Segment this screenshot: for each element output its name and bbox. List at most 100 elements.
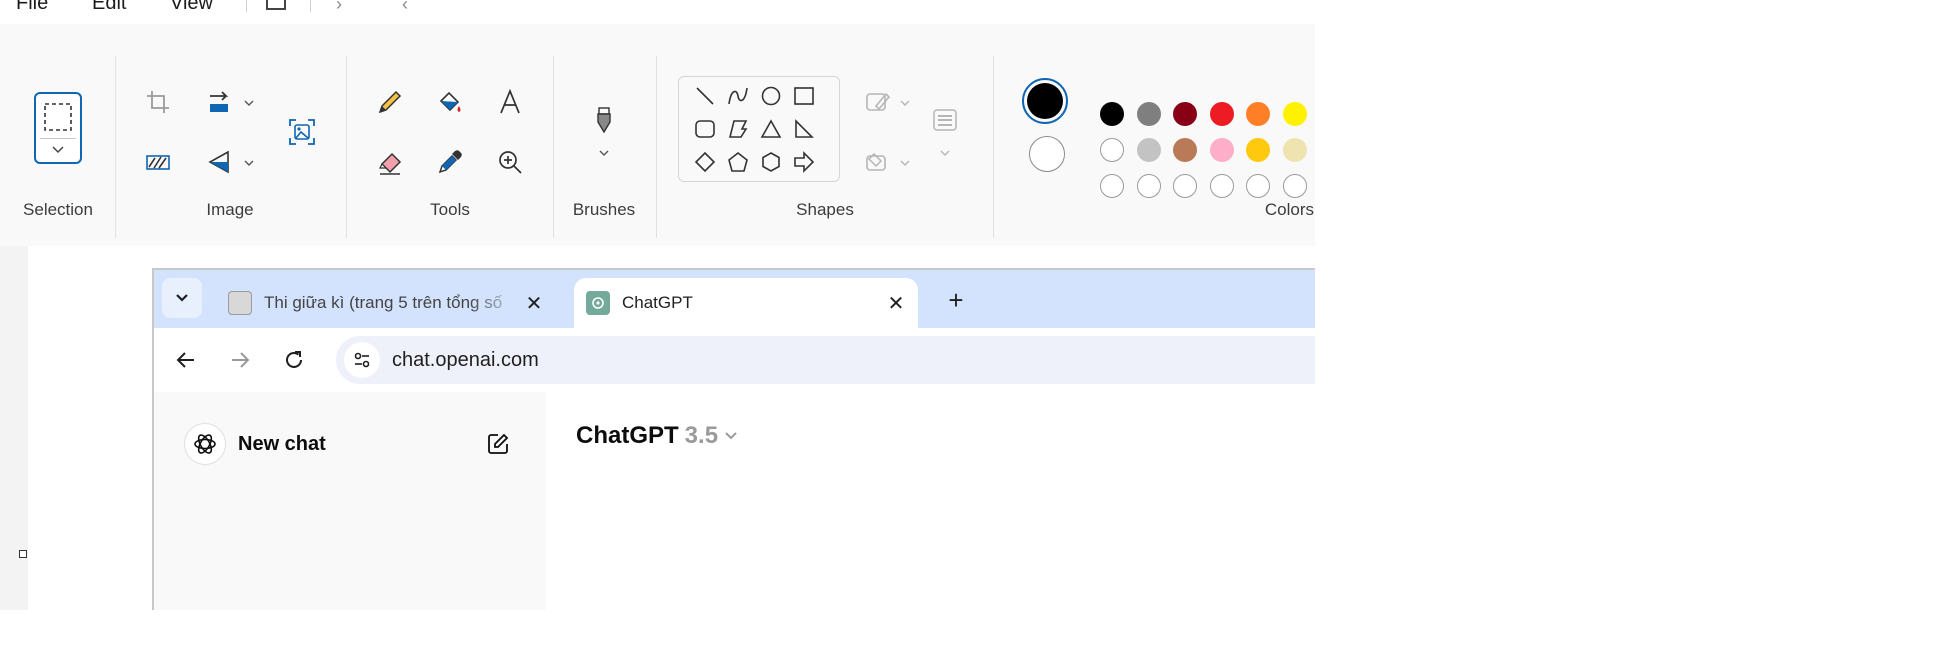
line-shape[interactable]	[691, 82, 719, 110]
color-swatch[interactable]	[1173, 102, 1198, 126]
color-swatch[interactable]	[1283, 102, 1307, 126]
new-chat-button[interactable]: New chat	[184, 422, 514, 466]
tab-chatgpt[interactable]: ChatGPT ✕	[574, 278, 918, 328]
tab-title: ChatGPT	[622, 293, 693, 312]
shape-size-button[interactable]	[925, 100, 965, 140]
eraser-button[interactable]	[370, 142, 410, 182]
reload-button[interactable]	[276, 342, 312, 378]
new-tab-button[interactable]: +	[940, 284, 972, 316]
selection-button[interactable]	[34, 92, 82, 164]
color-swatch[interactable]	[1246, 138, 1271, 162]
reload-icon	[286, 351, 302, 368]
arrow-shape[interactable]	[790, 148, 818, 176]
custom-color-slot[interactable]	[1173, 174, 1198, 198]
color-swatch[interactable]	[1209, 138, 1234, 162]
magnifier-icon	[499, 151, 522, 174]
triangle-shape[interactable]	[757, 115, 785, 143]
tab-quiz[interactable]: Thi giữa kì (trang 5 trên tổng số ✕	[216, 278, 556, 328]
triangle-icon	[760, 119, 782, 138]
chevron-down-icon[interactable]	[898, 96, 912, 110]
close-icon[interactable]: ✕	[882, 289, 910, 317]
group-divider	[115, 56, 116, 238]
polygon-shape[interactable]	[724, 115, 752, 143]
secondary-color-button[interactable]	[1029, 136, 1065, 172]
color-swatch[interactable]	[1136, 138, 1161, 162]
hexagon-shape[interactable]	[757, 148, 785, 176]
chevron-down-icon[interactable]	[898, 156, 912, 170]
arrow-right-icon	[794, 151, 815, 173]
color-swatch[interactable]	[1283, 138, 1307, 162]
tab-search-button[interactable]	[162, 278, 202, 318]
image-creator-button[interactable]	[282, 112, 322, 152]
color-swatch[interactable]	[1246, 102, 1271, 126]
canvas-resize-handle[interactable]	[19, 550, 27, 558]
paint-bucket-icon	[439, 91, 461, 112]
tab-title: Thi giữa kì (trang 5 trên tổng số	[264, 293, 503, 312]
curve-shape[interactable]	[724, 82, 752, 110]
compose-button[interactable]	[482, 428, 514, 460]
chevron-down-icon[interactable]	[242, 96, 256, 110]
save-icon[interactable]	[266, 0, 286, 10]
arrow-left-icon	[176, 352, 194, 368]
text-button[interactable]	[490, 82, 530, 122]
chevron-down-icon[interactable]	[597, 146, 611, 160]
fill-button[interactable]	[430, 82, 470, 122]
custom-color-slot[interactable]	[1283, 174, 1307, 198]
browser-window: Thi giữa kì (trang 5 trên tổng số ✕ Chat…	[152, 268, 1315, 610]
color-swatch[interactable]	[1136, 102, 1161, 126]
pencil-button[interactable]	[370, 82, 410, 122]
custom-color-slot[interactable]	[1136, 174, 1161, 198]
chevron-down-icon	[176, 294, 188, 302]
flip-icon	[208, 150, 229, 174]
primary-color-button[interactable]	[1022, 78, 1068, 124]
back-button[interactable]	[168, 342, 204, 378]
diamond-icon	[694, 151, 716, 173]
pentagon-shape[interactable]	[724, 148, 752, 176]
address-bar[interactable]: chat.openai.com	[336, 336, 1315, 384]
hexagon-icon	[762, 152, 780, 172]
shape-outline-button[interactable]	[858, 82, 898, 122]
rounded-rectangle-shape[interactable]	[691, 115, 719, 143]
compose-icon	[488, 433, 509, 454]
shape-fill-button[interactable]	[858, 142, 898, 182]
color-swatch[interactable]	[1100, 138, 1124, 162]
pentagon-icon	[728, 151, 748, 172]
image-frame-icon	[289, 119, 315, 145]
custom-color-slot[interactable]	[1100, 174, 1124, 198]
pencil-icon	[378, 90, 402, 114]
brushes-button[interactable]	[584, 100, 624, 140]
right-triangle-shape[interactable]	[790, 115, 818, 143]
eraser-icon	[379, 152, 402, 175]
rectangle-shape[interactable]	[790, 82, 818, 110]
chevron-down-icon[interactable]	[938, 146, 952, 160]
custom-color-slot[interactable]	[1246, 174, 1271, 198]
oval-shape[interactable]	[757, 82, 785, 110]
curve-icon	[728, 87, 748, 105]
site-info-button[interactable]	[344, 342, 380, 378]
color-swatch[interactable]	[1209, 102, 1234, 126]
polygon-icon	[728, 120, 748, 138]
redo-icon[interactable]: ‹	[402, 0, 408, 15]
remove-background-button[interactable]	[138, 142, 178, 182]
resize-button[interactable]	[200, 82, 240, 122]
crop-button[interactable]	[138, 82, 178, 122]
tab-strip: Thi giữa kì (trang 5 trên tổng số ✕ Chat…	[154, 270, 1315, 328]
model-selector[interactable]: ChatGPT 3.5	[576, 422, 738, 450]
undo-icon[interactable]: ›	[336, 0, 342, 15]
menu-view[interactable]: View	[170, 0, 213, 15]
magnifier-button[interactable]	[490, 142, 530, 182]
color-swatch[interactable]	[1173, 138, 1198, 162]
menu-edit[interactable]: Edit	[92, 0, 126, 15]
color-swatch[interactable]	[1100, 102, 1124, 126]
close-icon[interactable]: ✕	[520, 289, 548, 317]
menu-file[interactable]: File	[16, 0, 48, 15]
chevron-down-icon[interactable]	[242, 156, 256, 170]
color-picker-button[interactable]	[430, 142, 470, 182]
group-label-shapes: Shapes	[796, 200, 854, 219]
diamond-shape[interactable]	[691, 148, 719, 176]
outline-pen-icon	[866, 92, 891, 111]
flip-button[interactable]	[200, 142, 240, 182]
forward-button[interactable]	[222, 342, 258, 378]
primary-color-swatch	[1027, 83, 1063, 119]
custom-color-slot[interactable]	[1209, 174, 1234, 198]
